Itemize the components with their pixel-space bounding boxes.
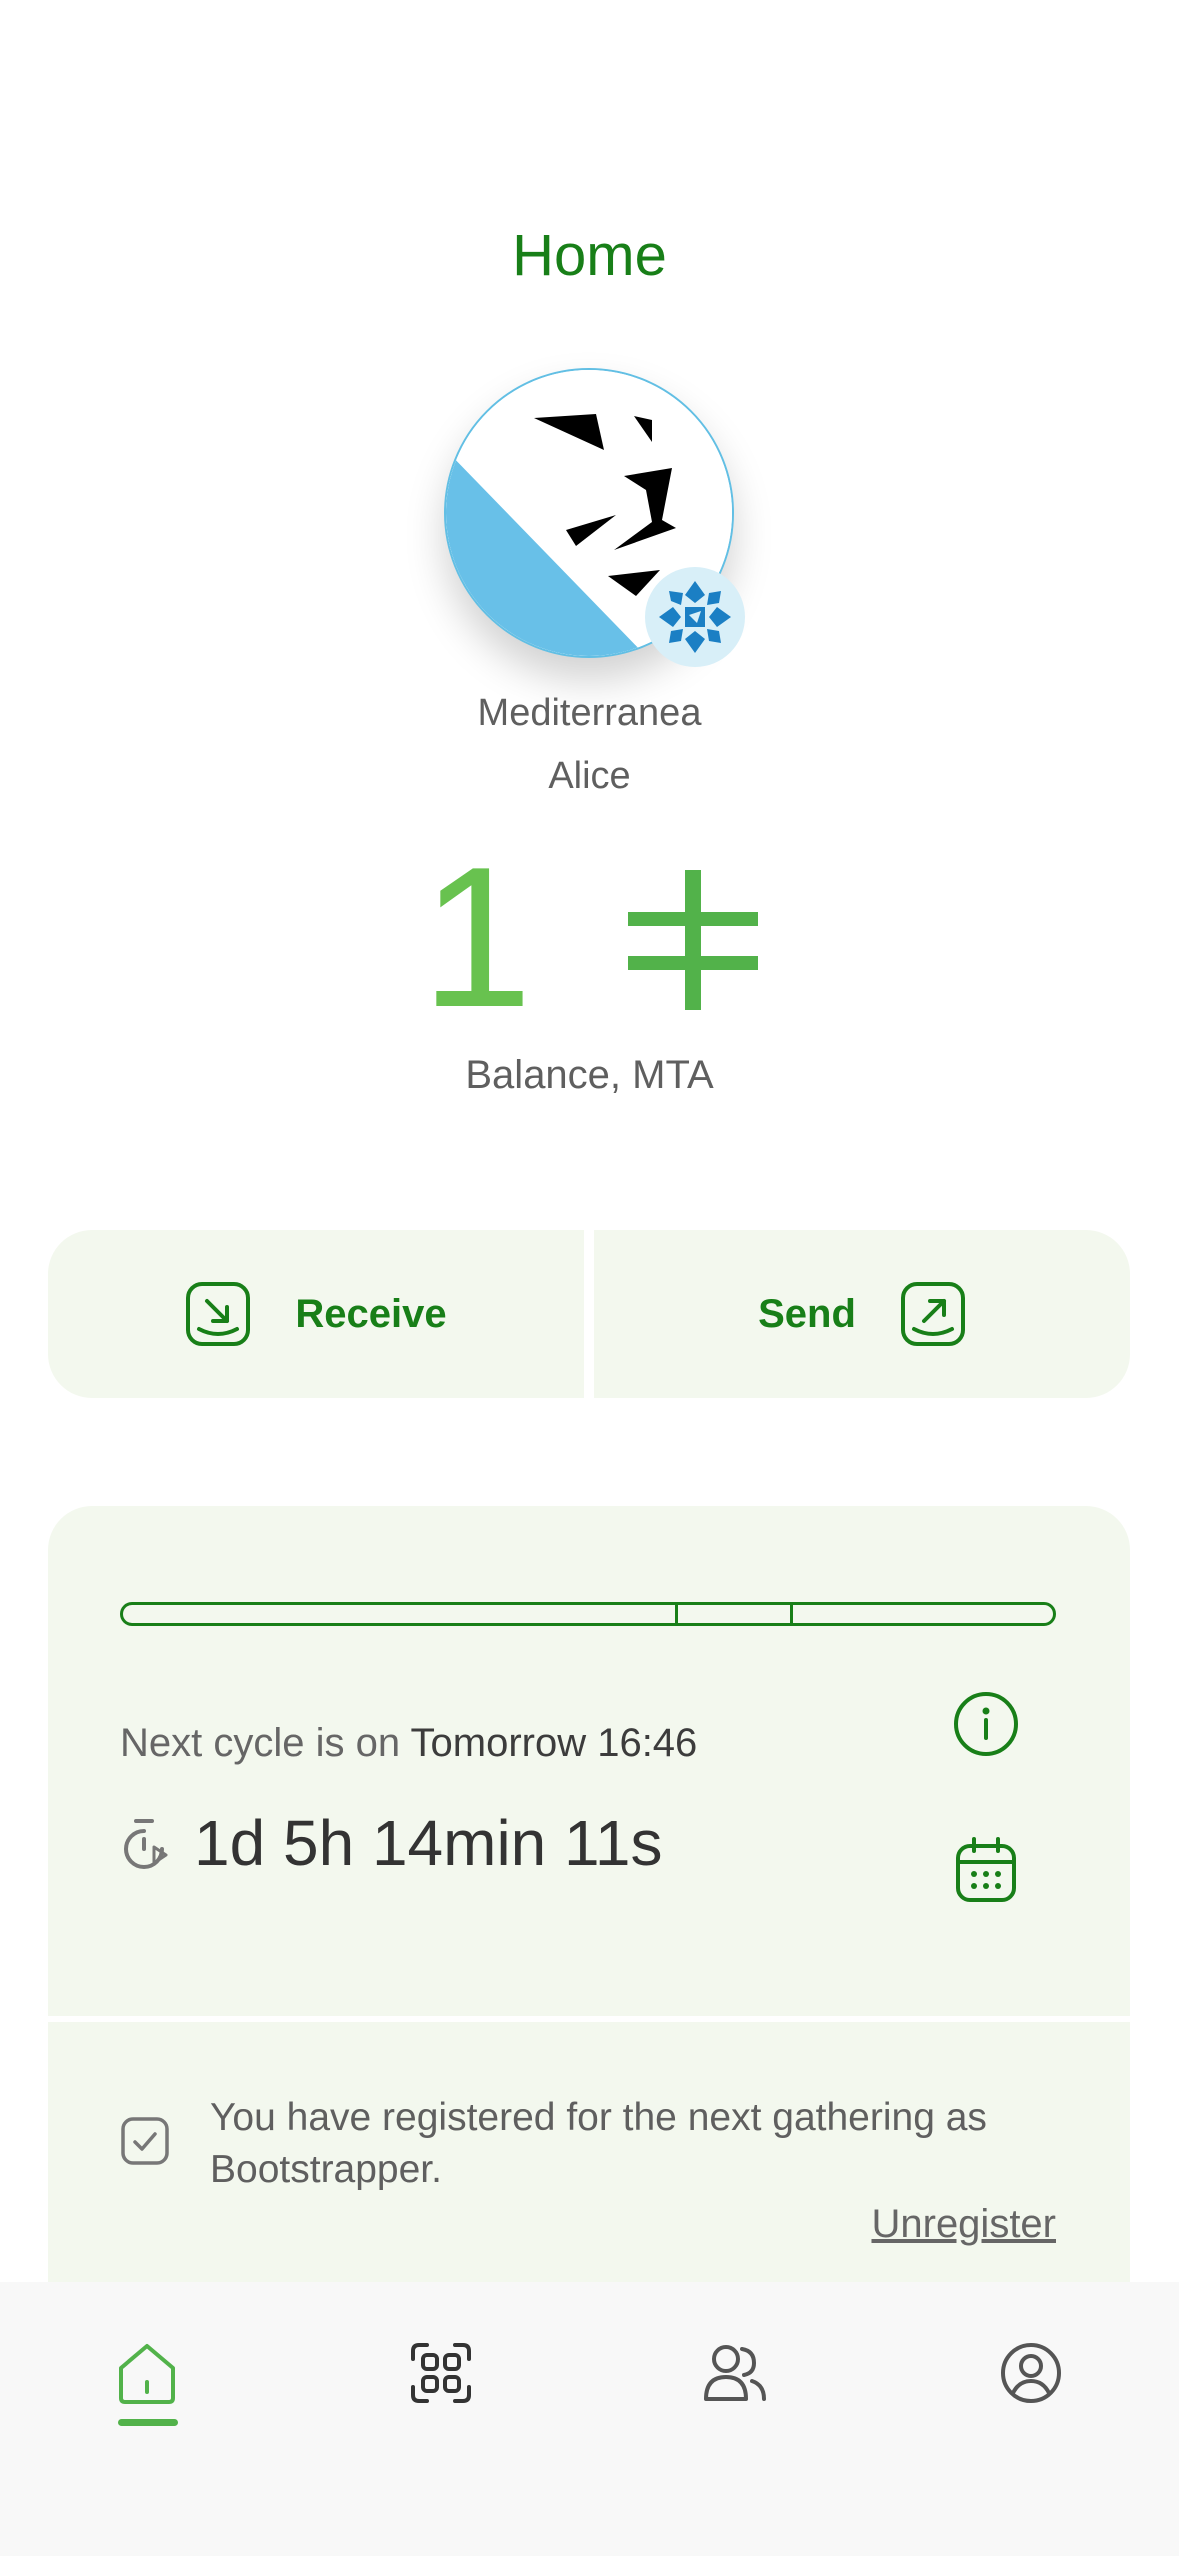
user-name: Alice [548,755,631,797]
info-button[interactable] [952,1690,1020,1763]
balance-amount: 1 [0,838,1179,1038]
community-seal-icon [645,567,745,667]
calendar-button[interactable] [954,1836,1018,1909]
info-icon [954,1692,1018,1756]
nav-contacts[interactable] [690,2328,780,2418]
contacts-icon [704,2345,766,2401]
community-name: Mediterranea [477,692,702,734]
countdown-value: 1d 5h 14min 11s [194,1807,663,1879]
cycle-card: Next cycle is on Tomorrow 16:46 1d 5h 14… [48,1506,1130,2016]
profile-icon [1001,2343,1061,2403]
unregister-link[interactable]: Unregister [871,2202,1056,2247]
receive-label: Receive [295,1291,447,1336]
next-cycle-text: Next cycle is on Tomorrow 16:46 [120,1721,697,1766]
active-nav-indicator [118,2419,178,2426]
progress-tick [790,1605,793,1623]
currency-symbol-icon [627,870,758,1010]
balance-label: Balance, MTA [465,1053,714,1097]
balance-value: 1 [421,826,533,1049]
scan-qr-icon [411,2343,471,2403]
receive-icon [186,1282,251,1346]
calendar-icon [956,1837,1016,1902]
home-icon [119,2344,175,2404]
registered-check-icon [120,2116,170,2171]
stopwatch-icon [124,1819,168,1869]
nav-home[interactable] [102,2328,192,2426]
send-label: Send [758,1291,856,1336]
cycle-progress-bar [120,1602,1056,1626]
registration-message: You have registered for the next gatheri… [210,2096,987,2191]
send-button[interactable]: Send [594,1230,1130,1398]
page-title: Home [512,223,667,288]
countdown: 1d 5h 14min 11s [120,1806,662,1880]
nav-scan[interactable] [396,2328,486,2418]
next-cycle-prefix: Next cycle is on [120,1721,401,1765]
next-cycle-time: Tomorrow 16:46 [410,1721,698,1765]
meetup-card: You have registered for the next gatheri… [48,2022,1130,2282]
send-icon [900,1282,965,1346]
nav-profile[interactable] [986,2328,1076,2418]
progress-tick [675,1605,678,1623]
bottom-nav [0,2282,1179,2556]
receive-button[interactable]: Receive [48,1230,584,1398]
